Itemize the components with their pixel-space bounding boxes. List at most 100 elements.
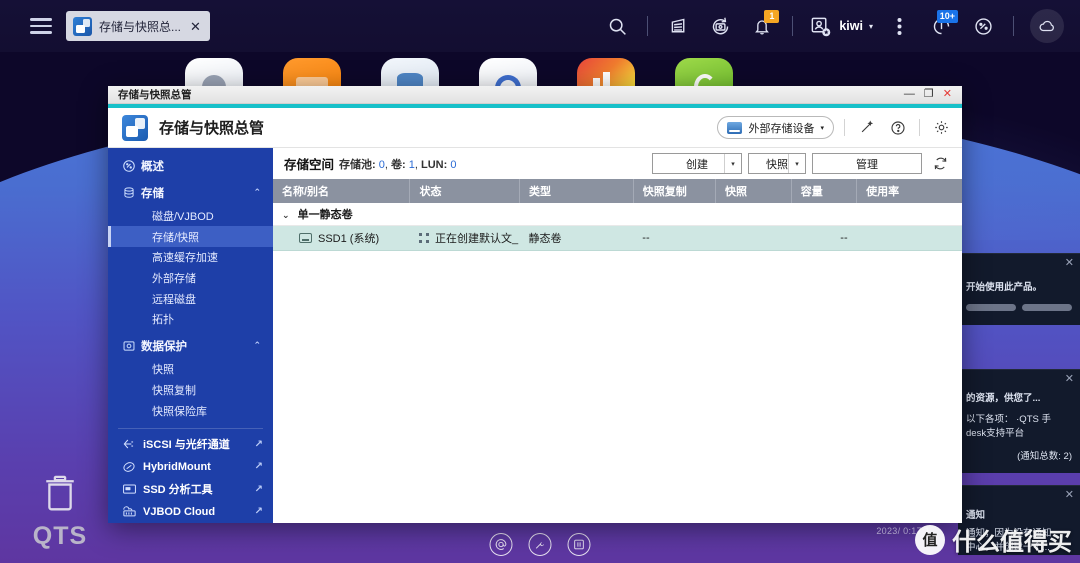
- column-header-usage[interactable]: 使用率: [856, 179, 962, 203]
- volume-status: 正在创建默认文_: [434, 232, 519, 245]
- sidebar-subitem-label: 外部存储: [152, 273, 196, 286]
- pool-label: 存储池:: [339, 158, 376, 171]
- help-icon[interactable]: [887, 117, 909, 139]
- taskbar-right: 1 kiwi ▾ 10+: [597, 6, 1080, 46]
- ssd-icon: [122, 483, 143, 495]
- sidebar-subitem-label: 高速缓存加速: [152, 252, 218, 265]
- bell-icon[interactable]: 1: [742, 6, 782, 46]
- chevron-down-icon[interactable]: ⌄: [282, 210, 290, 221]
- sidebar-subitem-label: 快照复制: [152, 385, 196, 397]
- sidebar-subitem-cache-acceleration[interactable]: 高速缓存加速: [108, 247, 273, 268]
- sidebar-link-label: HybridMount: [143, 460, 211, 473]
- close-button[interactable]: ✕: [943, 89, 952, 100]
- disk-icon: [299, 232, 312, 243]
- external-storage-select[interactable]: 外部存储设备 ▾: [717, 116, 834, 139]
- create-button-label: 创建: [686, 158, 708, 171]
- column-header-snapshot[interactable]: 快照: [715, 179, 792, 203]
- sidebar-subitem-snapshot-replica[interactable]: 快照复制: [108, 380, 273, 401]
- window-titlebar[interactable]: 存储与快照总管 — ❐ ✕: [108, 86, 962, 104]
- close-icon[interactable]: ✕: [188, 20, 201, 33]
- sidebar-subitem-remote-disk[interactable]: 远程磁盘: [108, 288, 273, 309]
- column-header-snapshot-replica[interactable]: 快照复制: [633, 179, 716, 203]
- sidebar-item-data-protection[interactable]: 数据保护 ⌃: [108, 333, 273, 359]
- sidebar-subitem-snapshot-vault[interactable]: 快照保险库: [108, 400, 273, 421]
- sidebar-link-ssd-analysis[interactable]: SSD 分析工具 ↗: [108, 478, 273, 501]
- backup-sync-icon[interactable]: [700, 6, 740, 46]
- external-link-icon: ↗: [254, 461, 263, 473]
- tools-icon[interactable]: [528, 533, 552, 556]
- info-icon[interactable]: 10+: [921, 6, 961, 46]
- bell-badge: 1: [764, 10, 780, 23]
- sidebar-link-label: SSD 分析工具: [143, 484, 213, 497]
- section-title: 存储空间: [284, 158, 335, 172]
- content-actions: 创建 ▾ 快照 ▾ 管理: [652, 153, 950, 174]
- cell-snapshot-replica: --: [633, 224, 716, 251]
- taskbar-left: 存储与快照总... ✕: [0, 11, 210, 41]
- chevron-down-icon[interactable]: ▾: [788, 154, 805, 173]
- sidebar-subitem-external-storage[interactable]: 外部存储: [108, 268, 273, 289]
- user-name: kiwi: [839, 19, 863, 33]
- divider: [792, 16, 794, 36]
- divider: [647, 16, 649, 36]
- column-header-type[interactable]: 类型: [519, 179, 634, 203]
- create-button[interactable]: 创建 ▾: [652, 153, 742, 174]
- pause-icon[interactable]: [567, 533, 591, 556]
- table-group-row[interactable]: ⌄ 单一静态卷: [273, 203, 962, 226]
- chevron-down-icon[interactable]: ▾: [724, 154, 741, 173]
- shield-data-icon: [122, 339, 141, 353]
- notification-bar[interactable]: [966, 303, 1016, 311]
- taskbar-window-chip[interactable]: 存储与快照总... ✕: [66, 11, 210, 41]
- external-link-icon: ↗: [254, 483, 263, 495]
- resource-monitor-icon[interactable]: [658, 6, 698, 46]
- sidebar-subitem-storage-snapshot[interactable]: 存储/快照: [108, 226, 273, 248]
- sidebar-link-vjbod-cloud[interactable]: VJBOD Cloud ↗: [108, 500, 273, 523]
- close-icon[interactable]: ✕: [1065, 374, 1074, 385]
- column-header-status[interactable]: 状态: [409, 179, 521, 203]
- notification-card[interactable]: ✕ 开始使用此产品。: [958, 253, 1080, 325]
- vjbod-cloud-icon: [122, 505, 143, 518]
- maximize-button[interactable]: ❐: [924, 89, 934, 100]
- group-label: 单一静态卷: [297, 208, 353, 221]
- table-row[interactable]: SSD1 (系统) 正在创建默认文_ 静态卷 -- --: [273, 224, 962, 251]
- column-header-name[interactable]: 名称/别名: [273, 179, 411, 203]
- snapshot-button[interactable]: 快照 ▾: [748, 153, 806, 174]
- storage-snapshot-manager-window: 存储与快照总管 — ❐ ✕ 存储与快照总管 外部存储设备 ▾ 概述 存储 ⌃ 磁…: [108, 86, 962, 523]
- chevron-down-icon: ▾: [820, 124, 824, 132]
- sidebar-subitem-snapshot[interactable]: 快照: [108, 359, 273, 380]
- cell-snapshot: [715, 224, 792, 251]
- window-controls: — ❐ ✕: [904, 89, 958, 100]
- content-area: 存储空间 存储池: 0, 卷: 1, LUN: 0 创建 ▾ 快照 ▾ 管理 名…: [273, 148, 962, 523]
- watermark: 值 什么值得买: [915, 522, 1072, 557]
- sidebar-link-label: iSCSI 与光纤通道: [143, 439, 230, 452]
- search-icon[interactable]: [597, 6, 637, 46]
- manage-button-label: 管理: [856, 158, 878, 171]
- divider: [118, 428, 263, 429]
- notification-card[interactable]: ✕ 的资源，供您了... 以下各项： ·QTS 手 desk支持平台 (通知总数…: [958, 369, 1080, 473]
- cloud-icon[interactable]: [1030, 9, 1064, 43]
- dashboard-icon[interactable]: [963, 6, 1003, 46]
- chevron-up-icon: ⌃: [253, 340, 261, 351]
- sidebar-link-hybridmount[interactable]: HybridMount ↗: [108, 455, 273, 478]
- notification-bar[interactable]: [1022, 303, 1072, 311]
- watermark-logo: 值: [915, 524, 945, 555]
- column-header-capacity[interactable]: 容量: [791, 179, 858, 203]
- sidebar-item-overview[interactable]: 概述: [108, 153, 273, 179]
- close-icon[interactable]: ✕: [1065, 258, 1074, 269]
- gear-icon[interactable]: [930, 117, 952, 139]
- hamburger-icon[interactable]: [30, 18, 52, 34]
- sidebar-link-iscsi[interactable]: iSCSI 与光纤通道 ↗: [108, 433, 273, 456]
- close-icon[interactable]: ✕: [1065, 490, 1074, 501]
- notification-text: 以下各项： ·QTS 手: [966, 413, 1051, 425]
- sidebar-subitem-label: 磁盘/VJBOD: [152, 210, 214, 223]
- minimize-button[interactable]: —: [904, 89, 915, 100]
- manage-button[interactable]: 管理: [812, 153, 922, 174]
- sidebar-item-storage[interactable]: 存储 ⌃: [108, 180, 273, 206]
- sidebar-item-label: 数据保护: [141, 340, 187, 353]
- wand-icon[interactable]: [855, 117, 877, 139]
- sidebar-subitem-disks-vjbod[interactable]: 磁盘/VJBOD: [108, 206, 273, 227]
- more-vertical-icon[interactable]: [879, 6, 919, 46]
- user-menu[interactable]: kiwi ▾: [803, 13, 877, 39]
- refresh-icon[interactable]: [930, 154, 950, 174]
- at-icon[interactable]: [489, 533, 513, 556]
- sidebar-subitem-topology[interactable]: 拓扑: [108, 309, 273, 330]
